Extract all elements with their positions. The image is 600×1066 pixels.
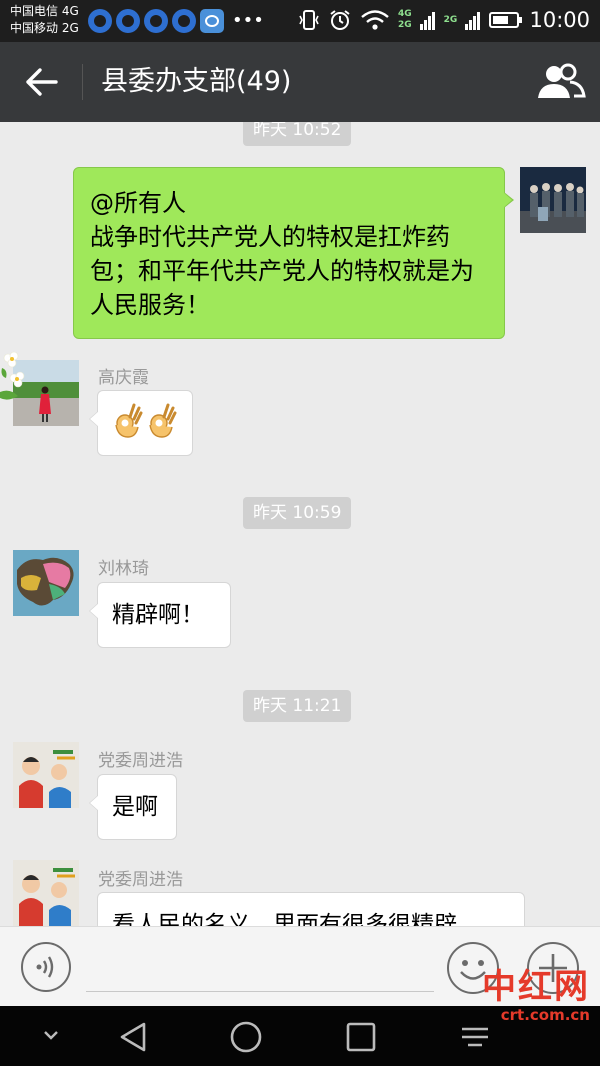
chat-header: 县委办支部(49) bbox=[0, 42, 600, 122]
ok-hand-emoji-icon bbox=[115, 403, 177, 438]
chevron-down-icon[interactable] bbox=[36, 1020, 66, 1050]
net-label-1: 4G bbox=[398, 9, 412, 19]
voice-input-icon[interactable] bbox=[20, 941, 72, 993]
back-triangle-icon[interactable] bbox=[116, 1020, 150, 1054]
watermark-name: 中红网 bbox=[482, 967, 590, 1007]
network-labels: 4G 2G bbox=[398, 9, 412, 31]
carrier-info: 中国电信 4G 中国移动 2G bbox=[10, 3, 79, 37]
sender-name: 刘林琦 bbox=[98, 559, 149, 579]
system-icons: 4G 2G 2G bbox=[298, 8, 523, 32]
flower-decoration-icon bbox=[0, 351, 25, 400]
notification-icons: ••• bbox=[88, 9, 264, 33]
message-bubble[interactable] bbox=[89, 390, 193, 456]
more-notifications-icon: ••• bbox=[232, 10, 264, 31]
my-message-bubble[interactable]: @所有人 战争时代共产党人的特权是扛炸药包；和平年代共产党人的特权就是为人民服务… bbox=[73, 167, 514, 339]
battery-fill bbox=[493, 16, 509, 24]
status-bar: 中国电信 4G 中国移动 2G ••• 4G 2G 2G 10:00 bbox=[0, 0, 600, 42]
battery-icon bbox=[489, 12, 523, 28]
wifi-icon bbox=[361, 10, 389, 30]
sender-name: 党委周进浩 bbox=[98, 870, 183, 890]
watermark-logo: 中红网 crt.com.cn bbox=[482, 968, 590, 1024]
timestamp: 昨天 10:52 bbox=[243, 122, 352, 146]
carrier-2: 中国移动 2G bbox=[10, 21, 79, 35]
sender-name: 党委周进浩 bbox=[98, 751, 183, 771]
notification-menu-icon[interactable] bbox=[458, 1020, 492, 1054]
message-list[interactable]: 昨天 10:52 @所有人 战争时代共产党人的特权是扛炸药包；和平年代共产党人的… bbox=[0, 122, 600, 926]
qq-icon bbox=[144, 9, 168, 33]
message-input[interactable] bbox=[86, 991, 434, 992]
net-label-2: 2G bbox=[398, 20, 412, 30]
message-bubble[interactable]: 是啊 bbox=[89, 774, 177, 840]
back-arrow-icon[interactable] bbox=[22, 62, 62, 102]
qq-icon bbox=[88, 9, 112, 33]
avatar-zhou-jinhao[interactable] bbox=[13, 860, 79, 926]
chat-title: 县委办支部(49) bbox=[101, 66, 292, 97]
group-members-icon[interactable] bbox=[536, 60, 586, 104]
timestamp: 昨天 10:59 bbox=[243, 497, 352, 529]
signal-icon bbox=[419, 12, 435, 30]
qq-icon bbox=[172, 9, 196, 33]
qq-icon bbox=[116, 9, 140, 33]
clock: 10:00 bbox=[529, 8, 590, 32]
message-bubble[interactable]: 看人民的名义，里面有很多很精辟 bbox=[97, 892, 525, 926]
vibrate-icon bbox=[299, 10, 319, 30]
watermark-url: crt.com.cn bbox=[500, 1006, 590, 1024]
header-divider bbox=[82, 64, 83, 100]
signal-icon bbox=[465, 12, 481, 30]
my-avatar[interactable] bbox=[520, 167, 586, 233]
home-circle-icon[interactable] bbox=[228, 1020, 264, 1054]
alarm-icon bbox=[330, 10, 350, 30]
recent-apps-icon[interactable] bbox=[344, 1020, 378, 1054]
carrier-1: 中国电信 4G bbox=[10, 4, 79, 18]
timestamp: 昨天 11:21 bbox=[243, 690, 352, 722]
sender-name: 高庆霞 bbox=[98, 368, 149, 388]
message-bubble[interactable]: 精辟啊！ bbox=[89, 582, 231, 648]
avatar-liu-linqi[interactable] bbox=[13, 550, 79, 616]
net-label-3: 2G bbox=[443, 14, 458, 25]
weibo-icon bbox=[200, 9, 224, 33]
avatar-zhou-jinhao[interactable] bbox=[13, 742, 79, 808]
